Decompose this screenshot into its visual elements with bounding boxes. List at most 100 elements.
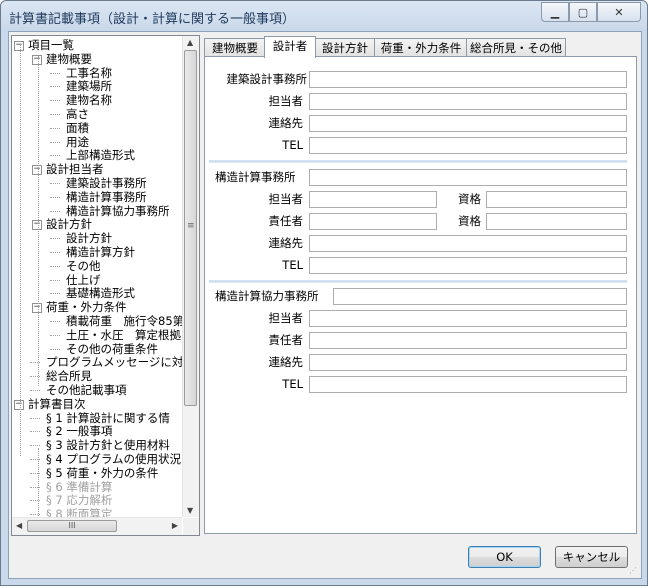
structural-responsible-field[interactable]	[309, 213, 437, 230]
tree-item[interactable]: その他記載事項	[46, 383, 127, 397]
scrollbar-corner	[183, 518, 199, 535]
tree-item[interactable]: 総合所見	[46, 369, 92, 383]
scroll-up-icon[interactable]: ▲	[187, 38, 193, 47]
cooperating-person-field[interactable]	[309, 310, 627, 327]
cooperating-responsible-field[interactable]	[309, 332, 627, 349]
architect-office-field[interactable]	[309, 71, 627, 88]
tree-item[interactable]: その他の荷重条件	[66, 342, 158, 356]
tree-item[interactable]: § 6 準備計算	[46, 480, 112, 494]
tree-item[interactable]: 計算書目次	[28, 397, 86, 411]
tree-item[interactable]: § 2 一般事項	[46, 424, 112, 438]
cooperating-contact-field[interactable]	[309, 354, 627, 371]
tree-item[interactable]: 用途	[66, 135, 89, 149]
tree-connector	[30, 445, 40, 447]
tree-expander-icon[interactable]: −	[14, 399, 24, 410]
tree-item[interactable]: 積載荷重 施行令85第	[66, 314, 182, 328]
tree-item[interactable]: 項目一覧	[28, 38, 74, 52]
tree-item[interactable]: 荷重・外力条件	[46, 300, 127, 314]
structural-contact-field[interactable]	[309, 235, 627, 252]
tree-item[interactable]: その他	[66, 259, 101, 273]
scroll-right-icon[interactable]: ▶	[172, 521, 178, 530]
tab-general-remarks[interactable]: 総合所見・その他	[466, 38, 566, 57]
tree-connector	[50, 141, 60, 143]
tree-connector	[50, 252, 60, 253]
structural-qualification-field[interactable]	[486, 191, 627, 208]
tree-item[interactable]: § 3 設計方針と使用材料	[46, 438, 170, 452]
item-tree: − 項目一覧 − 建物概要 工事名称 建築場所 建物名称 高さ 面積 用途 上部構造形式 − 設計担当者…	[11, 35, 200, 536]
tree-item[interactable]: 土圧・水圧 算定根拠	[66, 328, 181, 342]
scroll-left-icon[interactable]: ◀	[16, 521, 22, 530]
structural-tel-label: TEL	[282, 258, 303, 272]
tree-connector	[50, 279, 60, 281]
structural-person-field[interactable]	[309, 191, 437, 208]
tree-item[interactable]: 構造計算事務所	[66, 190, 147, 204]
scroll-down-icon[interactable]: ▼	[187, 506, 193, 515]
tree-item[interactable]: 建物名称	[66, 93, 112, 107]
structural-office-field[interactable]	[309, 169, 627, 186]
cooperating-responsible-label: 責任者	[268, 333, 304, 347]
tree-item[interactable]: § 5 荷重・外力の条件	[46, 466, 158, 480]
architect-tel-field[interactable]	[309, 137, 627, 154]
minimize-icon[interactable]: ▁	[541, 2, 569, 22]
tab-design-policy[interactable]: 設計方針	[314, 38, 376, 57]
structural-qualification2-field[interactable]	[486, 213, 627, 230]
tree-expander-icon[interactable]: −	[32, 165, 42, 176]
tree-item[interactable]: 設計方針	[66, 231, 112, 245]
tab-building-overview[interactable]: 建物概要	[204, 38, 266, 57]
tree-connector	[50, 334, 60, 336]
tree-connector	[30, 431, 40, 433]
structural-qualification2-label: 資格	[458, 214, 481, 228]
architect-person-field[interactable]	[309, 93, 627, 110]
cooperating-office-label: 構造計算協力事務所	[215, 289, 319, 303]
tree-vertical-scrollbar[interactable]: ▲ ≡ ▼	[182, 36, 199, 517]
ok-button[interactable]: OK	[468, 546, 541, 568]
tree-item[interactable]: § 7 応力解析	[46, 493, 112, 507]
tree-item[interactable]: 上部構造形式	[66, 148, 135, 162]
tree-connector	[50, 293, 60, 295]
tree-connector	[50, 155, 60, 157]
cooperating-office-field[interactable]	[333, 288, 627, 305]
tree-item[interactable]: 構造計算方針	[66, 245, 135, 259]
tree-horizontal-scrollbar[interactable]: ◀ III ▶	[12, 517, 182, 535]
tree-item[interactable]: 設計方針	[46, 217, 92, 231]
tree-expander-icon[interactable]: −	[32, 303, 42, 314]
tree-item[interactable]: 仕上げ	[66, 273, 101, 287]
tree-item[interactable]: § 8 断面算定	[46, 507, 112, 517]
tree-connector	[50, 72, 60, 74]
horizontal-scroll-thumb[interactable]: III	[27, 520, 117, 532]
tree-connector	[50, 196, 60, 198]
tree-connector	[50, 348, 60, 350]
close-icon[interactable]: ✕	[597, 2, 641, 22]
architect-office-label: 建築設計事務所	[226, 72, 308, 86]
architect-contact-field[interactable]	[309, 115, 627, 132]
tree-item[interactable]: 面積	[66, 121, 89, 135]
tree-item[interactable]: 建物概要	[46, 52, 92, 66]
maximize-icon[interactable]: ▢	[569, 2, 597, 22]
tree-item[interactable]: 工事名称	[66, 66, 112, 80]
tree-item[interactable]: 高さ	[66, 107, 89, 121]
tree-item[interactable]: § 4 プログラムの使用状況	[46, 452, 181, 466]
resize-grip-icon[interactable]: ⋰	[629, 566, 639, 576]
vertical-scroll-thumb[interactable]: ≡	[184, 50, 197, 406]
tree-item[interactable]: 建築場所	[66, 79, 112, 93]
structural-tel-field[interactable]	[309, 257, 627, 274]
tree-connector	[50, 321, 60, 322]
tree-expander-icon[interactable]: −	[14, 41, 24, 51]
tree-item[interactable]: 建築設計事務所	[66, 176, 147, 190]
tree-item[interactable]: 構造計算協力事務所	[66, 204, 170, 218]
tree-expander-icon[interactable]: −	[32, 54, 42, 65]
cooperating-tel-field[interactable]	[309, 376, 627, 393]
cooperating-tel-label: TEL	[282, 377, 303, 391]
tree-item[interactable]: プログラムメッセージに対する	[46, 355, 182, 369]
tree-item[interactable]: 基礎構造形式	[66, 286, 135, 300]
tree-item[interactable]: § 1 計算設計に関する情	[46, 411, 170, 425]
structural-qualification-label: 資格	[458, 192, 481, 206]
tree-connector	[30, 390, 40, 391]
tree-expander-icon[interactable]: −	[32, 220, 42, 231]
cancel-button[interactable]: キャンセル	[555, 546, 628, 568]
tree-item[interactable]: 設計担当者	[46, 162, 104, 176]
tab-designer[interactable]: 設計者	[264, 36, 316, 58]
cooperating-contact-label: 連絡先	[268, 355, 304, 369]
tree-guide-line	[20, 44, 21, 456]
tab-load-conditions[interactable]: 荷重・外力条件	[374, 38, 468, 57]
